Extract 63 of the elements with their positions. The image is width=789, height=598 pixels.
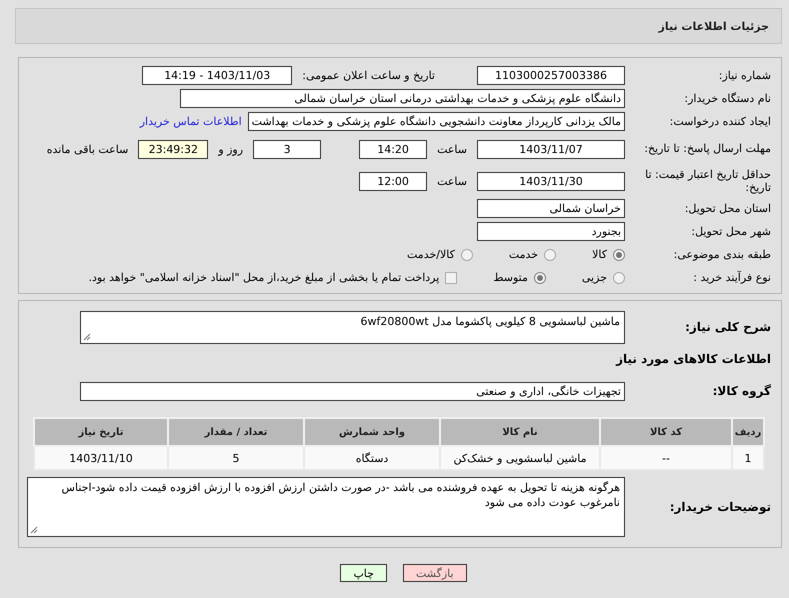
radio-button[interactable] [613, 272, 625, 284]
field-label: ایجاد کننده درخواست: [668, 114, 771, 128]
field-label: طبقه بندی موضوعی: [672, 248, 771, 262]
table-cell: دستگاه [304, 446, 440, 470]
field-label: شماره نیاز: [718, 68, 771, 82]
field-label: تاریخ و ساعت اعلان عمومی: [302, 69, 435, 82]
radio-button[interactable] [613, 248, 625, 260]
resize-grip-icon[interactable] [83, 333, 91, 341]
text-field[interactable]: خراسان شمالی [477, 199, 625, 218]
text-field[interactable]: بجنورد [477, 222, 625, 241]
text-field[interactable]: تجهیزات خانگی، اداری و صنعتی [80, 382, 625, 401]
notes-field[interactable]: هرگونه هزینه تا تحویل به عهده فروشنده می باشد -در صورت داشتن ارزش افزوده با ارزش افزوده قیمت داده شود-اجناس نامرغوب عودت داده می شود [27, 477, 625, 537]
field-label: روز و [218, 142, 244, 156]
option-label: کالا [592, 248, 607, 261]
checkbox[interactable] [445, 272, 458, 284]
field-label: ساعت [437, 142, 467, 156]
radio-button[interactable] [460, 248, 473, 260]
countdown-field: 23:49:32 [138, 140, 208, 158]
text-field[interactable]: 1103000257003386 [477, 66, 625, 85]
field-label: ساعت باقی مانده [46, 142, 128, 156]
field-label: شهر محل تحویل: [690, 224, 771, 238]
table-cell: 5 [168, 446, 304, 470]
column-header: ردیف [732, 418, 764, 446]
section-heading: اطلاعات کالاهای مورد نیاز [614, 352, 771, 366]
date-field[interactable]: 1403/11/07 [477, 140, 625, 158]
text-field[interactable]: دانشگاه علوم پزشکی و خدمات بهداشتی درمانی استان خراسان شمالی [180, 89, 625, 108]
field-label: توضیحات خریدار: [668, 500, 771, 514]
field-label: مهلت ارسال پاسخ: تا تاریخ: [643, 142, 771, 156]
column-header: کد کالا [600, 418, 732, 446]
back-button[interactable]: بازگشت [402, 564, 467, 582]
print-button[interactable]: چاپ [340, 564, 387, 582]
date-field[interactable]: 1403/11/30 [477, 172, 625, 190]
field-label: نام دستگاه خریدار: [683, 92, 771, 106]
table-cell: -- [600, 446, 732, 470]
option-label: کالا/خدمت [407, 248, 455, 261]
column-header: واحد شمارش [304, 418, 440, 446]
option-label: متوسط [493, 271, 528, 284]
contact-link[interactable]: اطلاعات تماس خریدار [140, 115, 242, 128]
option-label: جزیی [582, 271, 607, 284]
field-label: نوع فرآیند خرید : [692, 270, 771, 284]
text-field[interactable]: مالک یزدانی کارپرداز معاونت دانشجویی دانشگاه علوم پزشکی و خدمات بهداشت [248, 112, 625, 131]
time-field[interactable]: 14:20 [359, 140, 428, 158]
time-field[interactable]: 12:00 [359, 172, 428, 190]
field-label: استان محل تحویل: [684, 202, 771, 216]
radio-button[interactable] [544, 248, 556, 260]
table-cell: ماشین لباسشویی و خشک‌کن [440, 446, 600, 470]
field-label: شرح کلی نیاز: [684, 320, 771, 335]
column-header: تاریخ نیاز [34, 418, 168, 446]
field-label: حداقل تاریخ اعتبار قیمت: تا تاریخ: [644, 168, 771, 194]
days-field[interactable]: 3 [253, 140, 322, 158]
radio-button[interactable] [534, 272, 546, 284]
description-field[interactable]: ماشین لباسشویی 8 کیلویی پاکشوما مدل 6wf20800wt [80, 311, 625, 344]
column-header: نام کالا [440, 418, 600, 446]
page-title: جزئیات اطلاعات نیاز [658, 20, 769, 32]
option-label: خدمت [508, 248, 538, 261]
option-label: پرداخت تمام یا بخشی از مبلغ خرید،از محل "اسناد خزانه اسلامی" خواهد بود. [88, 271, 440, 284]
table-cell: 1 [732, 446, 764, 470]
field-label: ساعت [437, 174, 467, 188]
field-label: گروه کالا: [712, 384, 771, 399]
table-cell: 1403/11/10 [34, 446, 168, 470]
column-header: تعداد / مقدار [168, 418, 304, 446]
text-field[interactable]: 1403/11/03 - 14:19 [142, 66, 292, 85]
resize-grip-icon[interactable] [30, 526, 38, 534]
